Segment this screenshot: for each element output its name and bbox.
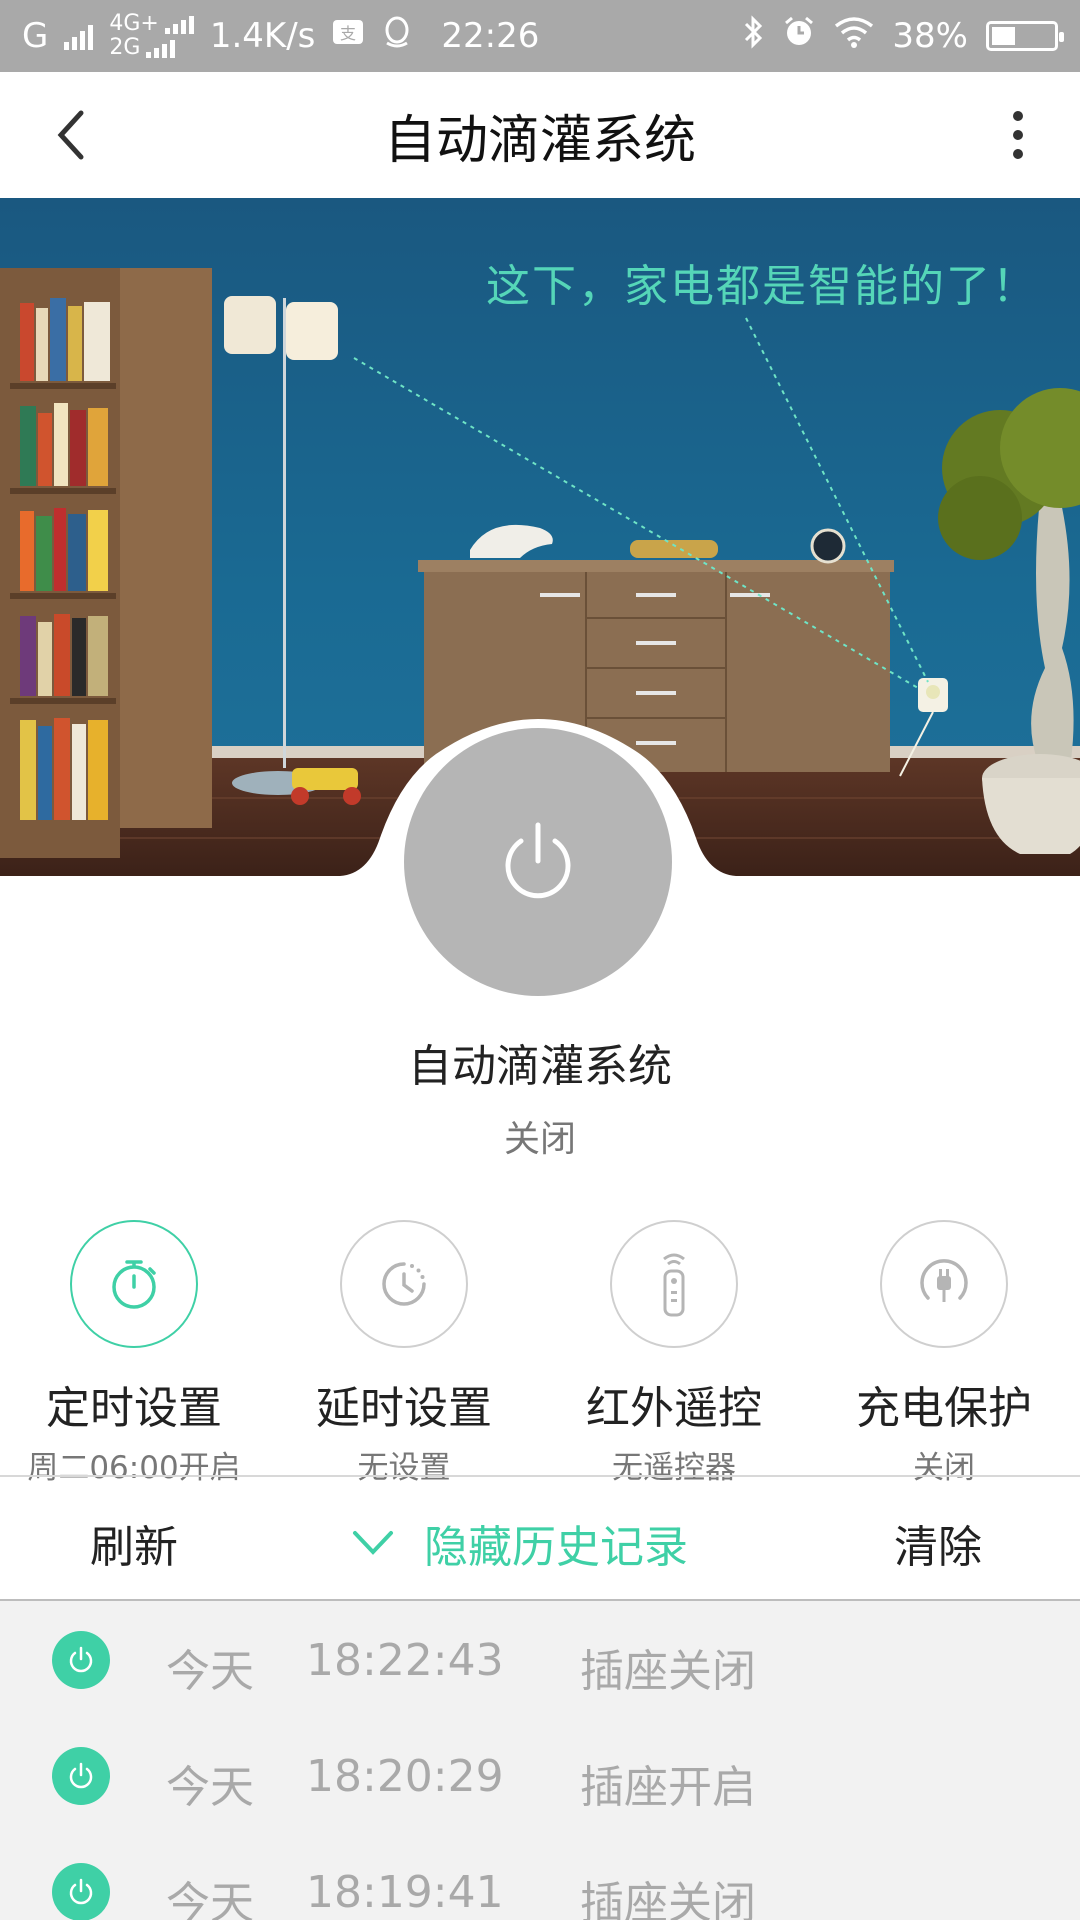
alarm-icon: [782, 15, 816, 58]
func-icon-circle: [340, 1220, 468, 1348]
chevron-down-icon: [353, 1531, 393, 1555]
history-day: 今天: [166, 1878, 254, 1920]
func-timer-setting[interactable]: 定时设置 周二06:00开启: [4, 1220, 264, 1487]
battery-percent: 38%: [892, 16, 968, 56]
func-ir-remote[interactable]: 红外遥控 无遥控器: [544, 1220, 804, 1487]
func-charge-protect[interactable]: 充电保护 关闭: [814, 1220, 1074, 1487]
carrier-label: G: [22, 16, 49, 56]
status-bar: G 4G+ 2G 1.4K/s 支 22:26 38%: [0, 0, 1080, 72]
func-label: 红外遥控: [586, 1383, 762, 1434]
history-time: 18:22:43: [306, 1635, 504, 1686]
chevron-left-icon: [57, 110, 84, 160]
history-row: 今天 18:22:43 插座关闭: [0, 1601, 1080, 1717]
history-time: 18:20:29: [306, 1751, 504, 1802]
clock-text: 22:26: [441, 16, 540, 56]
function-row: 定时设置 周二06:00开启 延时设置 无设置 红外遥控 无遥控器 充电保护 关…: [0, 1220, 1080, 1486]
func-label: 定时设置: [46, 1383, 222, 1434]
history-day: 今天: [166, 1646, 254, 1697]
message-icon: 支: [331, 16, 365, 56]
wifi-icon: [834, 16, 874, 57]
history-row: 今天 18:20:29 插座开启: [0, 1717, 1080, 1833]
network-type-top: 4G+: [109, 11, 159, 36]
signal-icon: [64, 22, 94, 50]
func-icon-circle: [880, 1220, 1008, 1348]
app-bar: 自动滴灌系统: [0, 72, 1080, 198]
toggle-history-label: 隐藏历史记录: [424, 1522, 688, 1573]
more-vertical-icon: [1013, 111, 1023, 159]
toggle-history-button[interactable]: 隐藏历史记录: [352, 1511, 688, 1575]
svg-text:支: 支: [340, 24, 356, 43]
device-state: 关闭: [503, 1119, 576, 1160]
power-button[interactable]: [404, 728, 672, 996]
signal-icon: [164, 14, 194, 34]
power-icon: [52, 1747, 110, 1805]
timer-icon: [112, 1260, 156, 1309]
network-stack: 4G+ 2G: [109, 11, 194, 60]
history-row: 今天 18:19:41 插座关闭: [0, 1833, 1080, 1920]
more-menu-button[interactable]: [996, 102, 1040, 168]
back-button[interactable]: [40, 102, 100, 168]
func-label: 延时设置: [316, 1383, 492, 1434]
history-event: 插座关闭: [580, 1878, 756, 1920]
qq-icon: [381, 15, 413, 58]
remote-icon: [663, 1253, 685, 1317]
network-speed: 1.4K/s: [209, 16, 316, 56]
battery-icon: [986, 21, 1064, 51]
func-icon-circle: [70, 1220, 198, 1348]
power-icon: [505, 822, 571, 899]
history-time: 18:19:41: [306, 1867, 504, 1918]
func-label: 充电保护: [856, 1383, 1032, 1434]
bluetooth-icon: [742, 14, 764, 58]
hero-caption: 这下，家电都是智能的了！: [486, 261, 1038, 312]
clear-button[interactable]: 清除: [894, 1511, 982, 1575]
refresh-button[interactable]: 刷新: [90, 1511, 178, 1575]
history-list: 今天 18:22:43 插座关闭 今天 18:20:29 插座开启 今天 18:…: [0, 1601, 1080, 1920]
plug-icon: [920, 1259, 968, 1302]
history-day: 今天: [166, 1762, 254, 1813]
page-title: 自动滴灌系统: [383, 110, 696, 171]
func-delay-setting[interactable]: 延时设置 无设置: [274, 1220, 534, 1487]
power-icon: [52, 1863, 110, 1920]
func-icon-circle: [610, 1220, 738, 1348]
delay-clock-icon: [382, 1262, 426, 1306]
power-icon: [52, 1631, 110, 1689]
network-type-bottom: 2G: [109, 35, 141, 60]
history-event: 插座开启: [580, 1762, 756, 1813]
signal-icon: [146, 38, 176, 58]
history-action-bar: 刷新 隐藏历史记录 清除: [0, 1477, 1080, 1599]
history-event: 插座关闭: [580, 1646, 756, 1697]
device-name: 自动滴灌系统: [408, 1041, 672, 1092]
